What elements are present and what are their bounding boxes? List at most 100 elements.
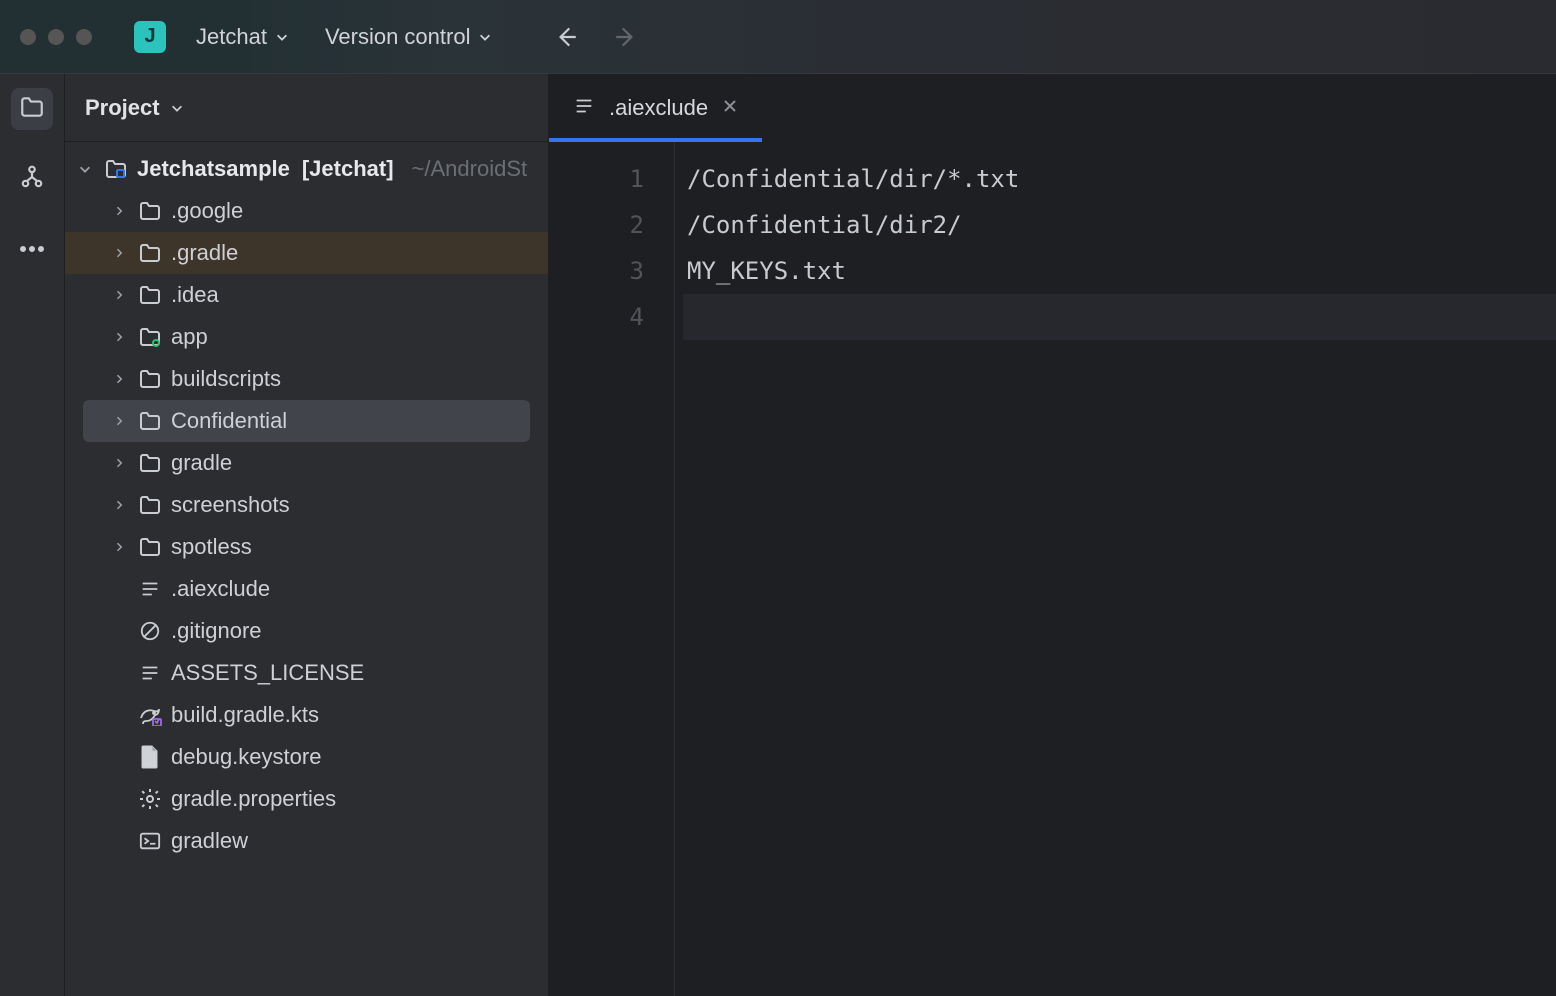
line-number: 3 xyxy=(549,248,644,294)
chevron-down-icon xyxy=(275,30,289,44)
project-icon-letter: J xyxy=(144,25,155,48)
code-line[interactable]: /Confidential/dir2/ xyxy=(683,202,1556,248)
file-type-icon xyxy=(137,828,163,854)
chevron-right-icon xyxy=(109,457,129,469)
tree-item-label: gradle xyxy=(171,450,232,476)
file-type-icon xyxy=(137,576,163,602)
tree-item-label: spotless xyxy=(171,534,252,560)
file-type-icon xyxy=(137,786,163,812)
tree-item[interactable]: gradlew xyxy=(65,820,548,862)
editor-area: .aiexclude 1234 /Confidential/dir/*.txt/… xyxy=(549,74,1556,996)
vcs-label: Version control xyxy=(325,24,471,50)
tree-item-label: buildscripts xyxy=(171,366,281,392)
structure-tool-button[interactable] xyxy=(11,158,53,200)
line-number: 2 xyxy=(549,202,644,248)
tree-item-label: gradlew xyxy=(171,828,248,854)
code-line[interactable] xyxy=(683,294,1556,340)
nav-arrows xyxy=(546,17,646,57)
close-window-button[interactable] xyxy=(20,29,36,45)
code-content[interactable]: /Confidential/dir/*.txt/Confidential/dir… xyxy=(675,142,1556,996)
line-number-gutter: 1234 xyxy=(549,142,675,996)
chevron-right-icon xyxy=(109,373,129,385)
chevron-right-icon xyxy=(109,247,129,259)
minimize-window-button[interactable] xyxy=(48,29,64,45)
tree-item[interactable]: screenshots xyxy=(65,484,548,526)
close-tab-button[interactable] xyxy=(722,98,738,118)
text-file-icon xyxy=(573,95,595,122)
tree-item[interactable]: buildscripts xyxy=(65,358,548,400)
version-control-menu[interactable]: Version control xyxy=(313,18,505,56)
tree-item[interactable]: .google xyxy=(65,190,548,232)
tree-item[interactable]: debug.keystore xyxy=(65,736,548,778)
tree-item[interactable]: spotless xyxy=(65,526,548,568)
tree-item[interactable]: .gitignore xyxy=(65,610,548,652)
line-number: 1 xyxy=(549,156,644,202)
file-type-icon xyxy=(137,324,163,350)
chevron-down-icon xyxy=(478,30,492,44)
tree-item[interactable]: .aiexclude xyxy=(65,568,548,610)
ellipsis-icon xyxy=(19,240,45,258)
structure-icon xyxy=(19,164,45,195)
tree-item-label: ASSETS_LICENSE xyxy=(171,660,364,686)
file-type-icon xyxy=(137,534,163,560)
editor-tabs: .aiexclude xyxy=(549,74,1556,142)
nav-back-button[interactable] xyxy=(546,17,586,57)
file-type-icon xyxy=(137,618,163,644)
project-icon: J xyxy=(134,21,166,53)
zoom-window-button[interactable] xyxy=(76,29,92,45)
editor-body[interactable]: 1234 /Confidential/dir/*.txt/Confidentia… xyxy=(549,142,1556,996)
tree-item[interactable]: gradle xyxy=(65,442,548,484)
project-panel: Project Jetchatsample [Jetchat] ~/Androi… xyxy=(65,74,549,996)
chevron-down-icon xyxy=(170,101,184,115)
project-tool-button[interactable] xyxy=(11,88,53,130)
left-tool-rail xyxy=(0,74,65,996)
tree-item[interactable]: Confidential xyxy=(83,400,530,442)
tree-item-label: debug.keystore xyxy=(171,744,321,770)
project-tree[interactable]: Jetchatsample [Jetchat] ~/AndroidSt .goo… xyxy=(65,142,548,862)
editor-tab-aiexclude[interactable]: .aiexclude xyxy=(549,74,762,142)
code-line[interactable]: MY_KEYS.txt xyxy=(683,248,1556,294)
file-type-icon xyxy=(137,408,163,434)
more-tools-button[interactable] xyxy=(11,228,53,270)
project-name: Jetchat xyxy=(196,24,267,50)
tree-item-label: build.gradle.kts xyxy=(171,702,319,728)
tree-item-label: .idea xyxy=(171,282,219,308)
tree-item[interactable]: gradle.properties xyxy=(65,778,548,820)
tree-item-label: .google xyxy=(171,198,243,224)
file-type-icon xyxy=(137,198,163,224)
file-type-icon xyxy=(137,492,163,518)
chevron-right-icon xyxy=(109,331,129,343)
chevron-right-icon xyxy=(109,289,129,301)
chevron-right-icon xyxy=(109,499,129,511)
tree-item-label: .gitignore xyxy=(171,618,262,644)
chevron-down-icon xyxy=(75,162,95,176)
tree-item-label: .gradle xyxy=(171,240,238,266)
file-type-icon xyxy=(137,660,163,686)
code-line[interactable]: /Confidential/dir/*.txt xyxy=(683,156,1556,202)
chevron-right-icon xyxy=(109,205,129,217)
folder-icon xyxy=(19,95,45,124)
tree-item[interactable]: .gradle xyxy=(65,232,548,274)
file-type-icon xyxy=(137,702,163,728)
tree-item-label: .aiexclude xyxy=(171,576,270,602)
tree-root-row[interactable]: Jetchatsample [Jetchat] ~/AndroidSt xyxy=(65,148,548,190)
tree-item[interactable]: app xyxy=(65,316,548,358)
project-selector[interactable]: Jetchat xyxy=(184,18,301,56)
project-panel-header[interactable]: Project xyxy=(65,74,548,142)
file-type-icon xyxy=(137,366,163,392)
root-path: ~/AndroidSt xyxy=(412,156,528,182)
root-name: Jetchatsample xyxy=(137,156,290,182)
panel-title: Project xyxy=(85,95,160,121)
file-type-icon xyxy=(137,744,163,770)
file-type-icon xyxy=(137,282,163,308)
tree-item-label: gradle.properties xyxy=(171,786,336,812)
tree-item-label: Confidential xyxy=(171,408,287,434)
tree-item[interactable]: ASSETS_LICENSE xyxy=(65,652,548,694)
tree-item[interactable]: .idea xyxy=(65,274,548,316)
file-type-icon xyxy=(137,450,163,476)
nav-forward-button[interactable] xyxy=(606,17,646,57)
line-number: 4 xyxy=(549,294,644,340)
tree-item[interactable]: build.gradle.kts xyxy=(65,694,548,736)
file-type-icon xyxy=(137,240,163,266)
titlebar: J Jetchat Version control xyxy=(0,0,1556,74)
